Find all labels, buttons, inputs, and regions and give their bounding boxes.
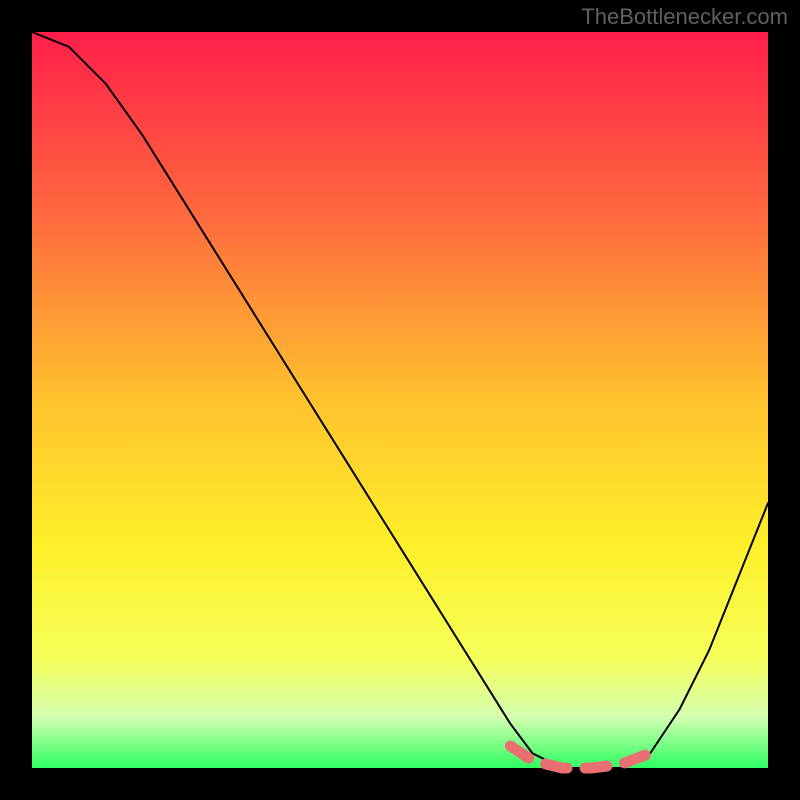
curve-layer	[32, 32, 768, 768]
optimal-region-marker	[510, 746, 650, 768]
watermark-text: TheBottlenecker.com	[581, 4, 788, 30]
chart-plot-area	[32, 32, 768, 768]
bottleneck-curve	[32, 32, 768, 768]
